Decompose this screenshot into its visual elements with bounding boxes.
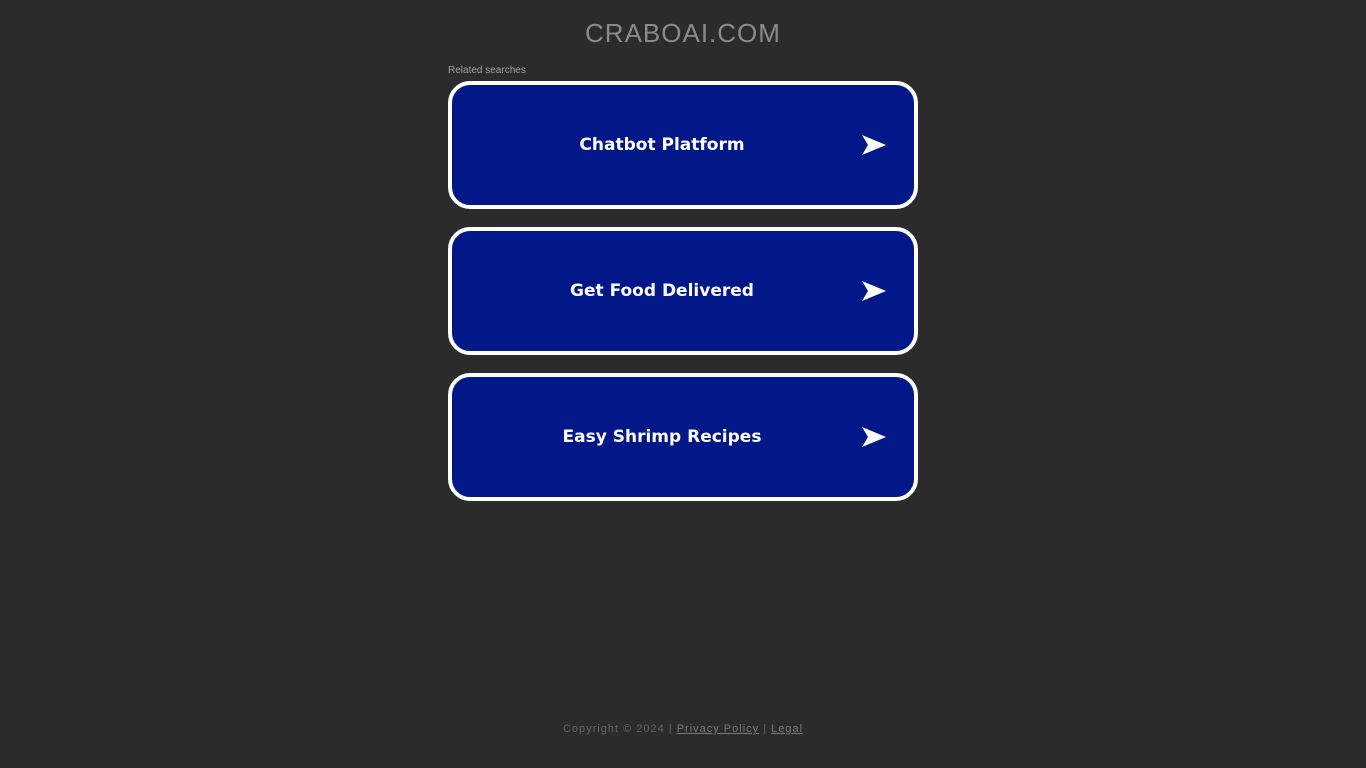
parked-domain-page: CRABOAI.COM Related searches Chatbot Pla… [0, 0, 1366, 768]
related-link-chatbot-platform[interactable]: Chatbot Platform [448, 81, 918, 209]
related-link-get-food-delivered[interactable]: Get Food Delivered [448, 227, 918, 355]
copyright-text: Copyright © 2024 [562, 723, 665, 735]
related-links-list: Chatbot Platform Get Food Delivered Easy… [448, 81, 918, 519]
related-link-label: Chatbot Platform [579, 135, 745, 155]
footer-separator: | [763, 723, 768, 735]
footer-separator: | [668, 723, 673, 735]
legal-link[interactable]: Legal [771, 723, 803, 735]
related-link-label: Easy Shrimp Recipes [562, 427, 762, 447]
arrow-right-icon [862, 135, 886, 155]
related-searches-label: Related searches [448, 65, 526, 76]
related-link-easy-shrimp-recipes[interactable]: Easy Shrimp Recipes [448, 373, 918, 501]
domain-title: CRABOAI.COM [585, 18, 781, 48]
footer: Copyright © 2024 | Privacy Policy | Lega… [0, 723, 1366, 735]
related-link-label: Get Food Delivered [570, 281, 754, 301]
arrow-right-icon [862, 427, 886, 447]
arrow-right-icon [862, 281, 886, 301]
privacy-policy-link[interactable]: Privacy Policy [677, 723, 759, 735]
